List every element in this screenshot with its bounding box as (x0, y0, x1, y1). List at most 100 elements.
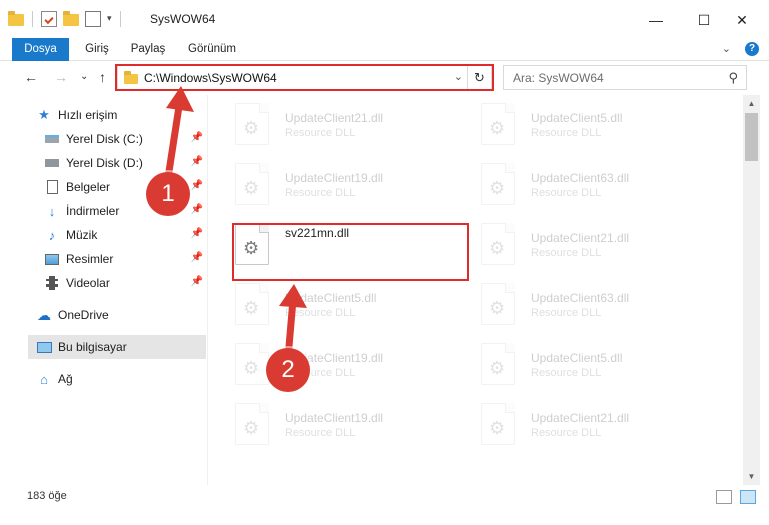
sidebar-item-label: Müzik (66, 228, 98, 242)
file-type: Resource DLL (531, 247, 602, 259)
video-icon (44, 275, 60, 291)
details-view-icon[interactable] (716, 490, 732, 504)
help-icon[interactable]: ? (745, 42, 759, 56)
recent-locations-icon[interactable]: ⌄ (80, 71, 88, 82)
sidebar-item-label: Bu bilgisayar (58, 340, 127, 354)
sidebar-item-label: Videolar (66, 276, 110, 290)
sidebar-item-quick-access[interactable]: ★ Hızlı erişim (36, 103, 206, 127)
network-icon: ⌂ (40, 371, 48, 387)
sidebar-item-label: Resimler (66, 252, 114, 266)
file-type: Resource DLL (531, 127, 602, 139)
file-type: Resource DLL (531, 187, 602, 199)
scroll-down-icon[interactable]: ▼ (743, 468, 760, 485)
pin-icon[interactable]: 📌 (191, 180, 203, 191)
sidebar-item-label: Belgeler (66, 180, 111, 194)
pin-icon[interactable]: 📌 (191, 132, 203, 143)
file-item[interactable]: ⚙ UpdateClient63.dll Resource DLL (465, 277, 695, 333)
file-item[interactable]: ⚙ UpdateClient5.dll Resource DLL (465, 97, 695, 153)
step-2-badge: 2 (266, 348, 310, 392)
file-item[interactable]: ⚙ UpdateClient5.dll Resource DLL (219, 277, 449, 333)
picture-icon (44, 251, 60, 267)
sidebar-item-network[interactable]: ⌂ Ağ (36, 367, 206, 391)
properties-check-icon[interactable] (41, 10, 57, 27)
sidebar-item-label: Hızlı erişim (58, 108, 118, 122)
file-type: Resource DLL (285, 427, 356, 439)
file-type: Resource DLL (285, 127, 356, 139)
sidebar-item-pictures[interactable]: Resimler 📌 (44, 247, 206, 271)
folder-icon (8, 10, 24, 27)
navigation-pane: ★ Hızlı erişim Yerel Disk (C:) 📌 Yerel D… (0, 95, 215, 485)
file-item[interactable]: ⚙ UpdateClient19.dll Resource DLL (219, 337, 449, 393)
customize-toolbar-icon[interactable]: ▾ (107, 13, 112, 24)
maximize-button[interactable]: ☐ (684, 5, 724, 35)
sidebar-item-onedrive[interactable]: ☁ OneDrive (36, 303, 206, 327)
window-title: SysWOW64 (150, 12, 216, 26)
minimize-button[interactable]: — (636, 5, 676, 35)
pin-icon[interactable]: 📌 (191, 252, 203, 263)
tab-home[interactable]: Giriş (78, 38, 116, 61)
file-list: ⚙ UpdateClient21.dll Resource DLL ⚙ Upda… (215, 95, 743, 485)
sidebar-item-disk-d[interactable]: Yerel Disk (D:) 📌 (44, 151, 206, 175)
file-type: Resource DLL (531, 307, 602, 319)
gear-icon: ⚙ (243, 118, 260, 138)
pin-icon[interactable]: 📌 (191, 204, 203, 215)
sidebar-item-this-pc[interactable]: Bu bilgisayar (28, 335, 206, 359)
dll-file-icon: ⚙ (235, 103, 269, 145)
gear-icon: ⚙ (489, 298, 506, 318)
sidebar-item-label: Yerel Disk (D:) (66, 156, 143, 170)
search-box[interactable]: Ara: SysWOW64 ⚲ (503, 65, 747, 90)
sidebar-item-label: OneDrive (58, 308, 109, 322)
dll-file-icon: ⚙ (481, 343, 515, 385)
forward-button[interactable]: → (54, 69, 68, 85)
toolbar-divider (32, 10, 33, 27)
file-item[interactable]: ⚙ UpdateClient21.dll Resource DLL (465, 397, 695, 453)
sidebar-item-disk-c[interactable]: Yerel Disk (C:) 📌 (44, 127, 206, 151)
file-item[interactable]: ⚙ UpdateClient19.dll Resource DLL (219, 397, 449, 453)
back-button[interactable]: ← (24, 69, 38, 85)
close-button[interactable]: ✕ (722, 5, 762, 35)
pin-icon[interactable]: 📌 (191, 276, 203, 287)
gear-icon: ⚙ (243, 298, 260, 318)
search-icon[interactable]: ⚲ (728, 70, 738, 86)
file-type: Resource DLL (285, 187, 356, 199)
dll-file-icon: ⚙ (235, 403, 269, 445)
file-item[interactable]: ⚙ UpdateClient5.dll Resource DLL (465, 337, 695, 393)
file-item[interactable]: ⚙ UpdateClient21.dll Resource DLL (219, 97, 449, 153)
file-type: Resource DLL (531, 427, 602, 439)
gear-icon: ⚙ (489, 118, 506, 138)
file-name: UpdateClient5.dll (531, 111, 623, 125)
file-item[interactable]: ⚙ UpdateClient21.dll Resource DLL (465, 217, 695, 273)
scroll-up-icon[interactable]: ▲ (743, 95, 760, 112)
gear-icon: ⚙ (489, 358, 506, 378)
sidebar-item-music[interactable]: ♪ Müzik 📌 (44, 223, 206, 247)
dll-file-icon: ⚙ (481, 103, 515, 145)
dll-file-icon: ⚙ (235, 163, 269, 205)
file-type: Resource DLL (285, 307, 356, 319)
sidebar-item-label: Yerel Disk (C:) (66, 132, 143, 146)
expand-ribbon-icon[interactable]: ⌄ (722, 42, 731, 56)
dll-file-icon: ⚙ (481, 283, 515, 325)
address-highlight-box (115, 64, 494, 91)
file-item[interactable]: ⚙ UpdateClient63.dll Resource DLL (465, 157, 695, 213)
pin-icon[interactable]: 📌 (191, 156, 203, 167)
new-folder-icon[interactable] (63, 10, 79, 27)
file-name: UpdateClient19.dll (285, 171, 384, 185)
large-icons-view-icon[interactable] (740, 490, 756, 504)
scroll-thumb[interactable] (745, 113, 758, 161)
dll-file-icon: ⚙ (481, 223, 515, 265)
file-name: UpdateClient21.dll (531, 231, 630, 245)
file-item[interactable]: ⚙ UpdateClient19.dll Resource DLL (219, 157, 449, 213)
search-input[interactable]: Ara: SysWOW64 (513, 71, 604, 85)
drive-icon (44, 155, 60, 171)
sidebar-item-videos[interactable]: Videolar 📌 (44, 271, 206, 295)
gear-icon: ⚙ (489, 178, 506, 198)
pin-icon[interactable]: 📌 (191, 228, 203, 239)
dll-file-icon: ⚙ (235, 343, 269, 385)
vertical-scrollbar[interactable]: ▲ ▼ (743, 95, 760, 485)
properties-icon[interactable] (85, 11, 101, 27)
tab-share[interactable]: Paylaş (126, 38, 170, 61)
up-button[interactable]: ↑ (99, 69, 106, 85)
dll-file-icon: ⚙ (235, 283, 269, 325)
pane-divider (207, 95, 208, 485)
tab-view[interactable]: Görünüm (182, 38, 242, 61)
